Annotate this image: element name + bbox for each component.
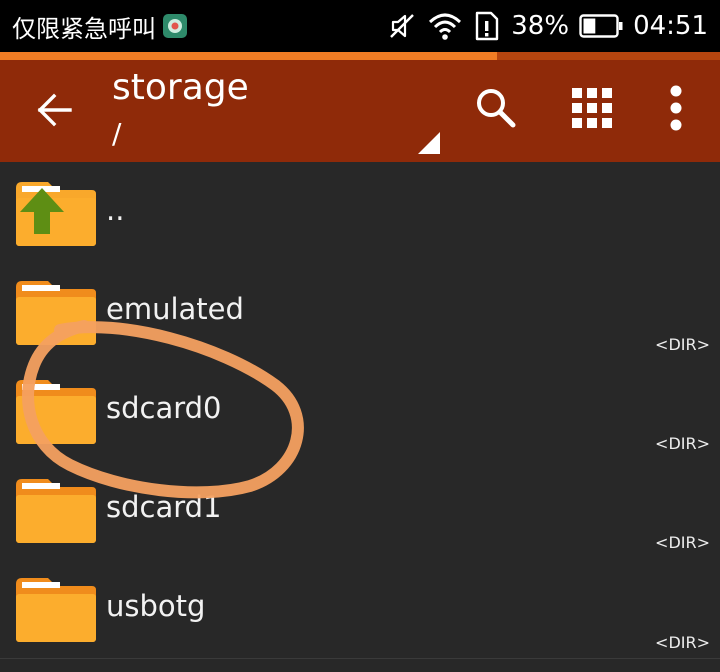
file-row-usbotg[interactable]: usbotg <DIR> [0, 558, 720, 659]
status-left: 仅限紧急呼叫 [12, 8, 188, 44]
file-row-parent[interactable]: .. [0, 162, 720, 262]
folder-icon [16, 281, 96, 345]
toolbar-title: storage [112, 67, 249, 108]
back-arrow-icon [37, 93, 72, 127]
carrier-text: 仅限紧急呼叫 [12, 14, 156, 43]
folder-icon [16, 578, 96, 642]
folder-icon [16, 479, 96, 543]
back-button[interactable] [26, 82, 82, 138]
app-toolbar: storage / [0, 52, 720, 162]
search-icon [477, 89, 516, 128]
status-right: 38% 04:51 [387, 8, 708, 44]
file-row-emulated[interactable]: emulated <DIR> [0, 261, 720, 361]
toolbar-progress-fill [0, 52, 497, 60]
app-badge-icon [163, 14, 187, 38]
toolbar-path[interactable]: / [112, 118, 121, 150]
sim-alert-icon [476, 11, 499, 41]
dropdown-triangle-icon[interactable] [418, 132, 440, 154]
file-row-sdcard1[interactable]: sdcard1 <DIR> [0, 459, 720, 559]
file-name: emulated [106, 292, 244, 326]
battery-percent: 38% [511, 11, 570, 41]
file-meta: <DIR> [655, 335, 710, 354]
toolbar-progress-track [0, 52, 720, 60]
file-meta: <DIR> [655, 434, 710, 453]
file-list: .. emulated <DIR> sdcard0 <DIR> sdcard1 … [0, 162, 720, 672]
clock-time: 04:51 [633, 11, 708, 41]
file-name: sdcard1 [106, 490, 222, 524]
file-name: .. [106, 193, 125, 227]
more-vertical-icon [670, 85, 682, 131]
folder-up-icon [16, 182, 96, 246]
mute-icon [390, 14, 415, 38]
battery-icon [579, 14, 623, 38]
wifi-icon [429, 13, 462, 40]
status-bar: 仅限紧急呼叫 38% 04:51 [0, 0, 720, 52]
more-options-button[interactable] [646, 78, 706, 138]
grid-view-button[interactable] [562, 78, 622, 138]
file-meta: <DIR> [655, 633, 710, 652]
folder-icon [16, 380, 96, 444]
search-button[interactable] [466, 78, 526, 138]
file-row-sdcard0[interactable]: sdcard0 <DIR> [0, 360, 720, 460]
file-meta: <DIR> [655, 533, 710, 552]
file-name: usbotg [106, 589, 206, 623]
file-name: sdcard0 [106, 391, 222, 425]
screen: 仅限紧急呼叫 38% 04:51 storage / .. emulated <… [0, 0, 720, 672]
grid-view-icon [572, 88, 612, 128]
